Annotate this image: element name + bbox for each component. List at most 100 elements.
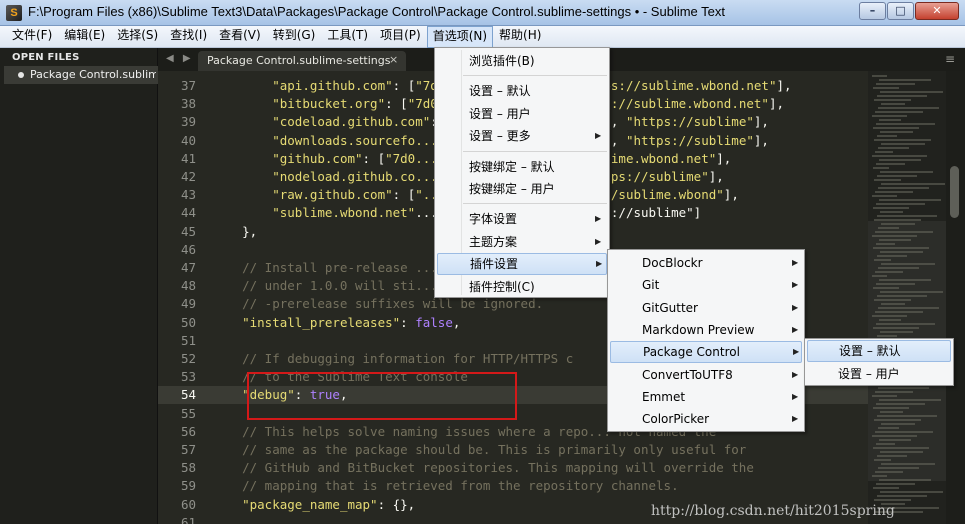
minimap-line [877,415,937,417]
minimap-line [879,239,911,241]
minimap-line [873,247,929,249]
menu-item-1[interactable]: 编辑(E) [58,26,111,48]
minimap-line [878,387,929,389]
menu-item-2[interactable]: 选择(S) [111,26,164,48]
annotation-highlight-box [247,372,517,420]
vertical-scrollbar[interactable] [946,71,965,524]
minimap-line [875,471,903,473]
preferences-menu-item-0[interactable]: 浏览插件(B) [437,50,607,72]
menu-item-5[interactable]: 转到(G) [267,26,322,48]
line-code: // mapping that is retrieved from the re… [212,478,679,494]
menu-item-7[interactable]: 项目(P) [374,26,427,48]
line-number: 43 [180,187,196,203]
minimap-line [873,447,929,449]
submenu-arrow-icon: ▶ [595,214,602,224]
minimap-line [872,475,887,477]
preferences-menu-item-6[interactable]: 按键绑定 – 默认 [437,156,607,178]
menu-item-9[interactable]: 帮助(H) [493,26,547,48]
menu-bar: 文件(F) 编辑(E) 选择(S) 查找(I) 查看(V) 转到(G) 工具(T) 项目(P)… [0,26,965,48]
maximize-icon[interactable]: □ [887,2,914,20]
minimap-line [877,455,907,457]
preferences-menu-item-10[interactable]: 主题方案 ▶ [437,231,607,253]
plugin-settings-menu: DocBlockr ▶ Git ▶ GitGutter ▶ Markdown Preview… [607,249,805,432]
menu-item-label: 字体设置 [469,212,518,227]
line-number: 45 [180,223,196,239]
code-line[interactable]: 59 // mapping that is retrieved from the… [158,477,868,495]
minimap-line [874,99,911,101]
menu-item-label: 插件设置 [470,257,519,272]
plugin-settings-menu-item-0[interactable]: DocBlockr ▶ [610,252,802,274]
scrollbar-thumb[interactable] [950,166,959,218]
line-code: // -prerelease suffixes will be ignored. [212,296,544,312]
minimap[interactable] [868,71,946,524]
minimap-line [872,75,887,77]
minimize-icon[interactable]: – [859,2,886,20]
preferences-menu-item-12[interactable]: 插件控制(C) [437,276,607,298]
preferences-menu-item-9[interactable]: 字体设置 ▶ [437,208,607,230]
package-control-menu-item-0[interactable]: 设置 – 默认 [807,340,951,362]
minimap-line [877,335,897,337]
preferences-menu-item-3[interactable]: 设置 – 用户 [437,103,607,125]
submenu-arrow-icon: ▶ [792,369,799,379]
open-file-item[interactable]: Package Control.sublime-settings [4,66,158,84]
plugin-settings-menu-item-5[interactable]: ConvertToUTF8 ▶ [610,364,802,386]
package-control-menu-item-1[interactable]: 设置 – 用户 [807,363,951,385]
line-number: 61 [180,514,196,524]
minimap-line [874,179,901,181]
menu-item-3[interactable]: 查找(I) [164,26,213,48]
plugin-settings-menu-item-6[interactable]: Emmet ▶ [610,386,802,408]
close-icon[interactable]: ✕ [915,2,959,20]
window-controls: – □ ✕ [859,2,959,20]
code-line[interactable]: 57 // same as the package should be. Thi… [158,441,868,459]
minimap-line [880,491,943,493]
minimap-line [879,79,931,81]
line-code: // If debugging information for HTTP/HTT… [212,351,574,366]
minimap-line [876,483,915,485]
minimap-line [872,195,897,197]
menu-item-label: Package Control [643,345,740,360]
title-bar: S F:\Program Files (x86)\Sublime Text3\D… [0,0,965,26]
plugin-settings-menu-item-1[interactable]: Git ▶ [610,274,802,296]
menu-item-label: 浏览插件(B) [469,54,535,68]
minimap-line [881,303,905,305]
minimap-line [872,115,907,117]
menu-item-8[interactable]: 首选项(N) [426,26,494,48]
menu-item-label: 设置 – 默认 [469,84,531,99]
minimap-line [872,155,927,157]
plugin-settings-menu-item-3[interactable]: Markdown Preview ▶ [610,319,802,341]
minimap-line [877,295,927,297]
minimap-line [880,251,923,253]
menu-item-4[interactable]: 查看(V) [213,26,267,48]
sublime-text-icon: S [6,5,22,21]
minimap-line [875,111,923,113]
minimap-line [878,187,929,189]
plugin-settings-menu-item-2[interactable]: GitGutter ▶ [610,297,802,319]
line-number: 38 [180,96,196,112]
menu-item-label: 设置 – 用户 [469,106,531,121]
plugin-settings-menu-item-7[interactable]: ColorPicker ▶ [610,408,802,430]
minimap-line [880,91,943,93]
minimap-line [874,299,911,301]
line-number: 48 [180,278,196,294]
minimap-line [874,259,891,261]
tab-package-control-settings[interactable]: Package Control.sublime-settings × [198,51,406,71]
preferences-menu-item-11[interactable]: 插件设置 ▶ [437,253,607,276]
minimap-line [873,327,919,329]
window-title: F:\Program Files (x86)\Sublime Text3\Dat… [28,4,725,19]
panel-menu-icon[interactable]: ≡ [945,52,955,66]
menu-item-label: 设置 – 默认 [839,344,901,358]
submenu-arrow-icon: ▶ [792,324,799,334]
plugin-settings-menu-item-4[interactable]: Package Control ▶ [610,341,802,364]
preferences-menu-item-4[interactable]: 设置 – 更多 ▶ [437,125,607,147]
menu-item-6[interactable]: 工具(T) [321,26,374,48]
minimap-line [872,315,907,317]
preferences-menu-item-2[interactable]: 设置 – 默认 [437,80,607,102]
tab-close-icon[interactable]: × [389,53,398,66]
code-line[interactable]: 58 // GitHub and BitBucket repositories.… [158,459,868,477]
preferences-menu-item-7[interactable]: 按键绑定 – 用户 [437,178,607,200]
minimap-line [875,151,893,153]
open-files-heading: OPEN FILES [12,52,80,63]
minimap-line [876,203,925,205]
menu-item-0[interactable]: 文件(F) [6,26,58,48]
tab-scroll-arrows-icon[interactable]: ◀ ▶ [166,53,194,64]
